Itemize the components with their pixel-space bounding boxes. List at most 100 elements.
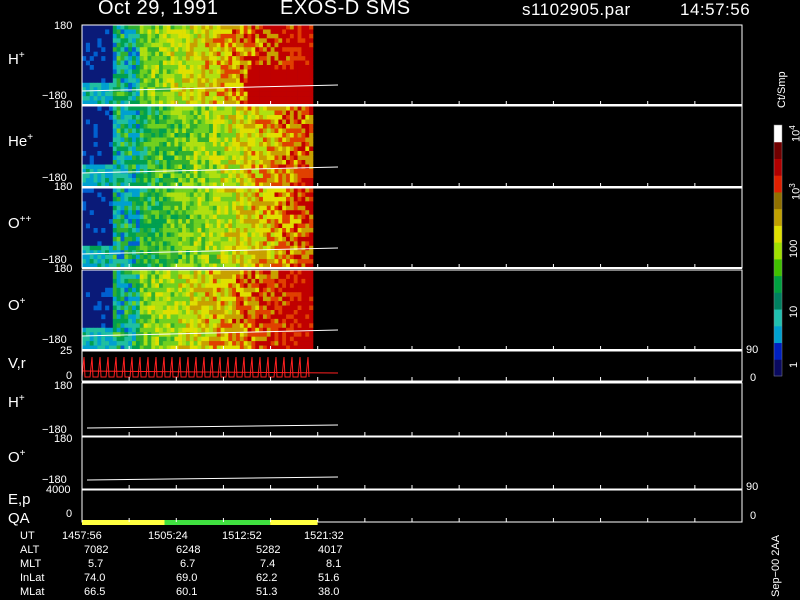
spectrogram-cell: [224, 210, 229, 215]
spectrogram-cell: [162, 192, 167, 198]
spectrogram-cell: [297, 160, 302, 165]
spectrogram-cell: [182, 78, 187, 84]
spectrogram-cell: [112, 210, 117, 215]
spectrogram-cell: [255, 314, 260, 320]
spectrogram-cell: [143, 214, 148, 220]
spectrogram-cell: [262, 142, 268, 147]
spectrogram-cell: [255, 270, 260, 275]
footer-cell: 74.0: [84, 572, 106, 584]
spectrogram-cell: [278, 223, 283, 229]
spectrogram-cell: [266, 323, 271, 329]
spectrogram-cell: [232, 115, 237, 120]
spectrogram-cell: [259, 73, 264, 79]
spectrogram-cell: [247, 201, 252, 207]
spectrogram-cell: [216, 133, 221, 138]
spectrogram-cell: [270, 250, 275, 255]
spectrogram-cell: [178, 210, 183, 215]
spectrogram-cell: [239, 164, 244, 170]
spectrogram-cell: [239, 87, 244, 92]
spectrogram-cell: [139, 287, 144, 293]
spectrogram-cell: [197, 292, 202, 297]
spectrogram-cell: [224, 292, 229, 297]
spectrogram-cell: [128, 305, 133, 311]
spectrogram-cell: [305, 106, 310, 111]
spectrogram-cell: [205, 106, 210, 111]
spectrogram-cell: [216, 196, 221, 202]
spectrogram-cell: [259, 283, 264, 289]
spectrogram-cell: [293, 146, 298, 152]
spectrogram-cell: [116, 33, 121, 39]
spectrogram-cell: [135, 318, 141, 324]
spectrogram-cell: [209, 192, 214, 198]
spectrogram-cell: [185, 119, 191, 125]
spectrogram-cell: [243, 51, 248, 57]
spectrogram-cell: [224, 296, 229, 302]
spectrogram-cell: [189, 82, 194, 88]
spectrogram-cell: [255, 160, 260, 165]
spectrogram-cell: [120, 33, 125, 39]
spectrogram-cell: [201, 301, 206, 306]
spectrogram-cell: [293, 47, 298, 52]
spectrogram-cell: [170, 155, 175, 161]
spectrogram-cell: [93, 178, 98, 183]
spectrogram-cell: [270, 196, 275, 202]
spectrogram-cell: [224, 327, 229, 333]
spectrogram-cell: [112, 96, 117, 101]
spectrogram-cell: [147, 236, 152, 242]
spectrogram-cell: [166, 283, 171, 289]
spectrogram-cell: [170, 151, 175, 156]
spectrogram-cell: [132, 51, 137, 57]
spectrogram-cell: [212, 214, 218, 220]
spectrogram-cell: [266, 146, 271, 152]
spectrogram-cell: [209, 241, 214, 247]
spectrogram-cell: [132, 173, 137, 179]
spectrogram-cell: [259, 250, 264, 255]
spectrogram-cell: [155, 210, 160, 215]
spectrogram-cell: [282, 192, 287, 198]
spectrogram-cell: [274, 205, 279, 211]
spectrogram-cell: [220, 124, 225, 129]
spectrogram-cell: [135, 160, 141, 165]
spectrogram-cell: [247, 287, 252, 293]
spectrogram-cell: [120, 78, 125, 84]
spectrogram-cell: [193, 196, 198, 202]
spectrogram-cell: [216, 341, 221, 346]
spectrogram-cell: [266, 241, 271, 247]
spectrogram-cell: [89, 188, 94, 193]
spectrogram-cell: [112, 87, 117, 92]
spectrogram-cell: [286, 188, 291, 193]
spectrogram-cell: [236, 196, 241, 202]
spectrogram-cell: [243, 236, 248, 242]
spectrogram-cell: [185, 42, 191, 48]
spectrogram-cell: [178, 318, 183, 324]
spectrogram-cell: [224, 259, 229, 264]
spectrogram-cell: [274, 173, 279, 179]
spectrogram-cell: [112, 323, 117, 329]
spectrogram-cell: [243, 38, 248, 44]
spectrogram-cell: [247, 115, 252, 120]
spectrogram-cell: [228, 173, 233, 179]
spectrogram-cell: [189, 42, 194, 48]
spectrogram-cell: [289, 301, 295, 306]
spectrogram-cell: [205, 47, 210, 52]
spectrogram-cell: [139, 60, 144, 66]
spectrogram-cell: [132, 259, 137, 264]
spectrogram-cell: [101, 82, 106, 88]
spectrogram-cell: [266, 29, 271, 35]
spectrogram-cell: [139, 219, 144, 224]
spectrogram-cell: [170, 254, 175, 260]
spectrogram-cell: [143, 327, 148, 333]
spectrogram-cell: [178, 314, 183, 320]
spectrogram-cell: [289, 336, 295, 342]
spectrogram-cell: [201, 236, 206, 242]
spectrogram-cell: [293, 51, 298, 57]
spectrogram-cell: [89, 173, 94, 179]
spectrogram-cell: [155, 287, 160, 293]
spectrogram-cell: [101, 96, 106, 101]
spectrogram-cell: [262, 305, 268, 311]
spectrogram-cell: [232, 110, 237, 116]
spectrogram-cell: [189, 137, 194, 143]
spectrogram-cell: [182, 82, 187, 88]
spectrogram-cell: [143, 236, 148, 242]
spectrogram-cell: [286, 91, 291, 97]
